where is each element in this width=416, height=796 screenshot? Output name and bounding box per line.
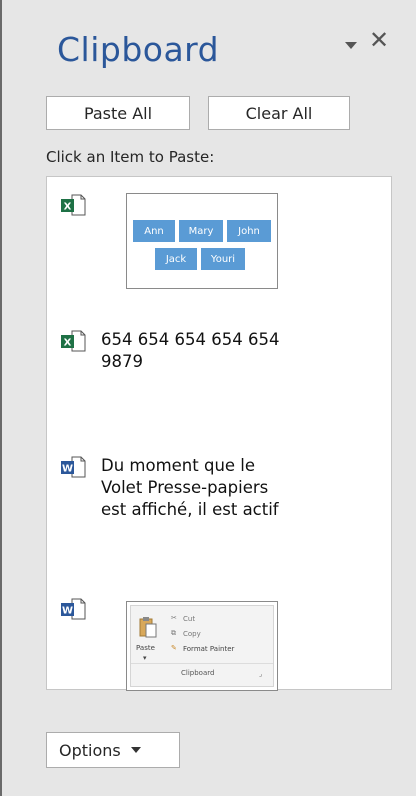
options-label: Options — [59, 740, 121, 760]
clear-all-button[interactable]: Clear All — [208, 96, 350, 130]
clipboard-item-2[interactable]: X 654 654 654 654 654 9879 — [47, 317, 391, 397]
scissors-icon: ✂ — [171, 614, 177, 622]
tag-mary: Mary — [179, 220, 223, 242]
names-thumbnail: Ann Mary John Jack Youri — [126, 193, 278, 289]
format-painter-icon: ✎ — [171, 644, 177, 652]
item-text-line: Volet Presse-papiers — [101, 478, 269, 497]
paste-all-button[interactable]: Paste All — [46, 96, 190, 130]
svg-text:W: W — [62, 464, 73, 475]
copy-icon: ⧉ — [171, 629, 176, 637]
ribbon-paste-label: Paste — [136, 644, 155, 652]
tag-jack: Jack — [155, 248, 197, 270]
svg-text:X: X — [64, 338, 72, 349]
tag-john: John — [227, 220, 271, 242]
item-text-line: 9879 — [101, 352, 143, 371]
pane-title: Clipboard — [57, 30, 220, 69]
options-button[interactable]: Options — [46, 732, 180, 768]
excel-file-icon: X — [61, 330, 86, 352]
close-icon[interactable]: ✕ — [369, 28, 389, 52]
item-text-line: est affiché, il est actif — [101, 500, 279, 519]
clipboard-item-list: X Ann Mary John Jack Youri X 654 654 654… — [46, 176, 392, 691]
clipboard-item-3[interactable]: W Du moment que le Volet Presse-papiers … — [47, 445, 391, 545]
excel-file-icon: X — [61, 194, 86, 216]
pane-menu-icon[interactable] — [345, 42, 357, 49]
word-file-icon: W — [61, 456, 86, 478]
ribbon-cut-label: Cut — [183, 615, 196, 623]
tag-youri: Youri — [201, 248, 245, 270]
word-file-icon: W — [61, 598, 86, 620]
clipboard-paste-icon — [139, 617, 157, 638]
item-text-line: 654 654 654 654 654 — [101, 330, 280, 349]
svg-text:X: X — [64, 202, 72, 213]
item-text: Du moment que le Volet Presse-papiers es… — [101, 455, 279, 521]
chevron-down-icon — [130, 747, 141, 753]
clipboard-item-1[interactable]: X Ann Mary John Jack Youri — [47, 177, 391, 307]
clipboard-pane: Clipboard ✕ Paste All Clear All Click an… — [2, 0, 416, 796]
ribbon-format-painter-label: Format Painter — [183, 645, 235, 653]
tag-ann: Ann — [133, 220, 175, 242]
ribbon-group-label: Clipboard — [181, 669, 215, 677]
ribbon-copy-label: Copy — [183, 630, 201, 638]
instruction-label: Click an Item to Paste: — [46, 148, 215, 166]
ribbon-group: Paste ▾ ✂ Cut ⧉ Copy ✎ Format Painter Cl… — [130, 605, 274, 687]
dialog-launcher-icon: ⌟ — [259, 670, 263, 678]
svg-text:W: W — [62, 606, 73, 617]
paste-dropdown-icon: ▾ — [143, 654, 147, 662]
item-text: 654 654 654 654 654 9879 — [101, 329, 279, 373]
item-text-line: Du moment que le — [101, 456, 256, 475]
ribbon-divider — [131, 663, 273, 664]
ribbon-thumbnail: Paste ▾ ✂ Cut ⧉ Copy ✎ Format Painter Cl… — [126, 601, 278, 691]
